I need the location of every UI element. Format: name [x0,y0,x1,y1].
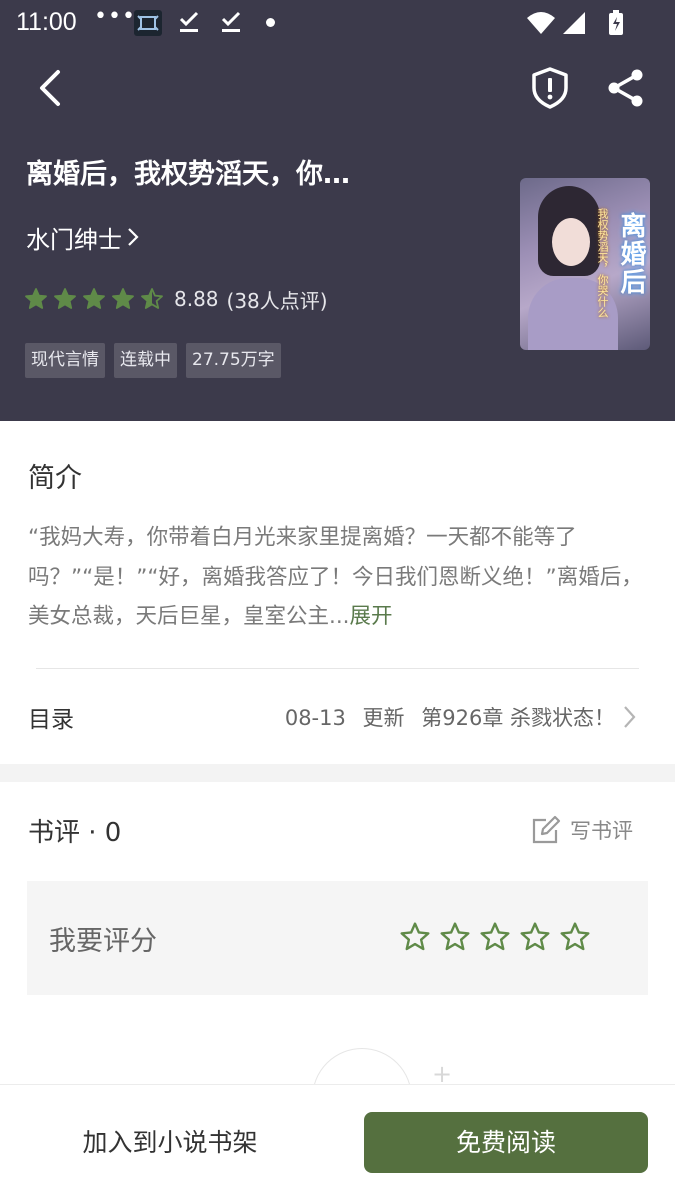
tag-genre[interactable]: 现代言情 [25,343,105,378]
star-icon [54,288,76,309]
latest-chapter: 第926章 杀戮状态！ [421,706,615,730]
intro-text: “我妈大寿，你带着白月光来家里提离婚？一天都不能等了吗？”“是！”“好，离婚我答… [28,518,652,637]
wifi-icon [527,12,555,34]
share-icon [608,69,643,107]
report-shield-icon [532,67,568,109]
rate-star-icon[interactable] [439,921,471,953]
status-indicators [527,8,647,38]
intro-heading: 简介 [28,463,82,494]
author-name: 水门绅士 [26,225,122,254]
free-read-button[interactable]: 免费阅读 [364,1112,648,1173]
status-more-dots: ••• [94,4,136,29]
signal-icon [563,12,585,34]
rate-star-icon[interactable] [519,921,551,953]
update-label: 更新 [362,706,405,730]
divider [36,668,639,669]
report-button[interactable] [528,66,572,110]
add-to-shelf-button[interactable]: 加入到小说书架 [0,1113,340,1173]
rate-star-icon[interactable] [559,921,591,953]
rating-row: 8.88 (38人点评) [24,282,328,316]
write-review-button[interactable]: 写书评 [530,812,633,848]
star-icon [141,288,163,309]
rate-box: 我要评分 [27,881,648,995]
notification-dot-icon [266,18,275,27]
catalog-label: 目录 [28,707,74,733]
tag-status: 连载中 [114,343,177,378]
download-done-icon [220,10,242,34]
update-date: 08-13 [284,706,346,730]
bottom-bar: 加入到小说书架 免费阅读 [0,1084,675,1200]
chevron-right-icon [624,706,636,728]
tag-list: 现代言情 连载中 27.75万字 [25,343,281,378]
star-icon [25,288,47,309]
rate-label: 我要评分 [49,926,157,957]
back-button[interactable] [30,66,72,110]
expand-link[interactable]: 展开 [350,604,393,629]
author-link[interactable]: 水门绅士 [26,218,140,256]
book-title: 离婚后，我权势滔天，你… [26,159,350,190]
star-icon [112,288,134,309]
section-separator [0,764,675,782]
catalog-latest: 08-13 更新 第926章 杀戮状态！ [275,702,615,732]
rate-stars [399,921,591,953]
notification-app-icon [134,10,162,36]
rating-count: (38人点评) [226,288,328,313]
intro-body: “我妈大寿，你带着白月光来家里提离婚？一天都不能等了吗？”“是！”“好，离婚我答… [28,525,643,629]
rating-stars [24,287,164,311]
rate-star-icon[interactable] [399,921,431,953]
book-header: 11:00 ••• 离婚后，我权势滔天，你… 水门绅士 8.88 (38人点评)… [0,0,675,421]
edit-icon [532,815,561,844]
star-icon [83,288,105,309]
status-bar: 11:00 ••• [0,0,675,46]
share-button[interactable] [604,66,648,110]
chevron-right-icon [128,228,139,246]
status-time: 11:00 [16,8,77,36]
tag-word-count: 27.75万字 [186,343,281,378]
rate-star-icon[interactable] [479,921,511,953]
download-done-icon [178,10,200,34]
cover-title: 离婚后 [616,212,646,296]
review-heading: 书评 · 0 [28,818,122,848]
catalog-row[interactable]: 目录 08-13 更新 第926章 杀戮状态！ [0,692,675,742]
battery-icon [609,10,623,35]
book-cover[interactable]: 我权势滔天，你哭什么 离婚后 [520,178,650,350]
back-icon [40,70,60,106]
rating-score: 8.88 [174,287,219,311]
write-review-label: 写书评 [570,819,633,843]
